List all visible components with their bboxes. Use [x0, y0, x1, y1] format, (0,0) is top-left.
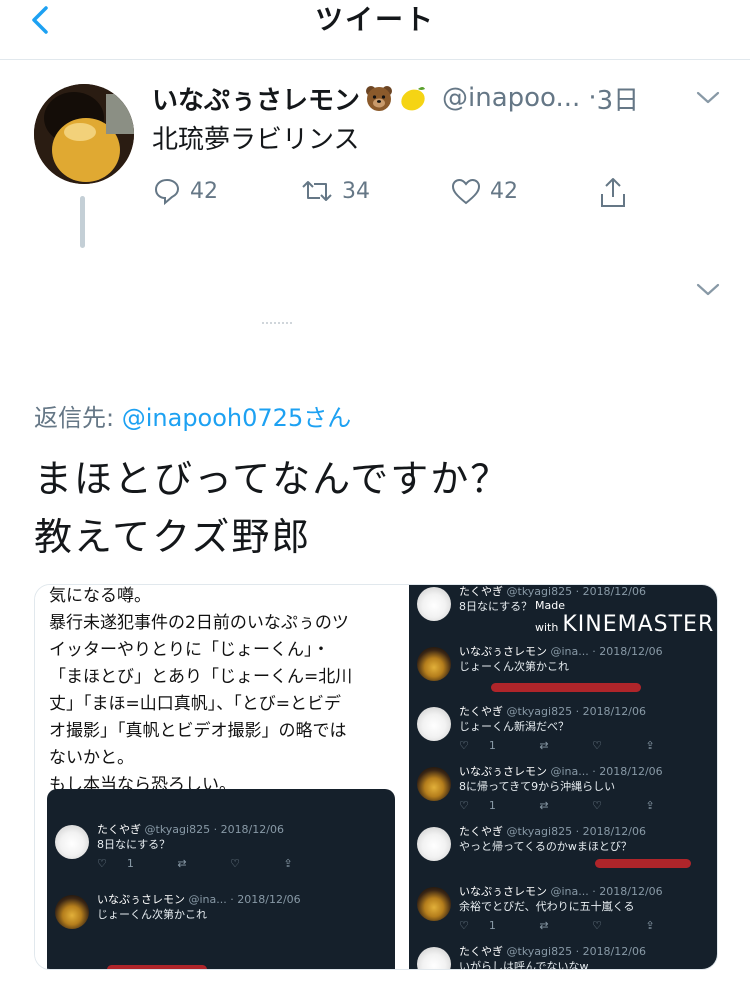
- separator: ·: [588, 83, 597, 113]
- share-button[interactable]: [598, 176, 636, 210]
- mini-header: いなぷぅさレモン @ina... · 2018/12/06: [459, 885, 663, 898]
- mini-tweet: いなぷぅさレモン @ina... · 2018/12/06 8に帰ってきて9から…: [409, 761, 717, 821]
- mini-text: じょーくん新潟だべ？: [459, 720, 569, 733]
- media-right-panel: Made with KINEMASTER たくやぎ @tkyagi825 · 20…: [409, 585, 717, 970]
- note-line: 気になる噂。: [49, 586, 151, 606]
- media-left-panel: 気になる噂。 暴行未遂犯事件の2日前のいなぷぅのツ イッターやりとりに「じょーく…: [35, 585, 405, 969]
- mini-header: いなぷぅさレモン @ina... · 2018/12/06: [459, 645, 663, 658]
- reply-count: 42: [190, 178, 218, 204]
- mini-actions: ♡1 ⇄ ♡ ⇪: [459, 799, 675, 812]
- mini-tweet: たくやぎ @tkyagi825 · 2018/12/06 8日なにする？ ♡1 …: [47, 819, 357, 879]
- mini-actions: ♡1 ⇄ ♡ ⇪: [459, 919, 675, 932]
- mini-text: やっと帰ってくるのかwまほとび？: [459, 840, 632, 853]
- bear-face-emoji: [366, 86, 393, 111]
- mini-avatar: [55, 825, 89, 859]
- mini-header: いなぷぅさレモン @ina... · 2018/12/06: [97, 893, 301, 906]
- user-handle[interactable]: @inapoo...: [442, 83, 580, 113]
- red-highlight: [107, 965, 207, 969]
- red-highlight: [595, 859, 691, 868]
- reply-to-label: 返信先:: [34, 404, 115, 432]
- avatar[interactable]: [34, 84, 134, 184]
- chevron-down-icon[interactable]: [694, 280, 722, 300]
- mini-text: いがらしは呼んでないなw: [459, 960, 589, 970]
- note-line: ないかと。: [49, 748, 134, 768]
- page-title: ツイート: [314, 3, 435, 36]
- mini-tweet: たくやぎ @tkyagi825 · 2018/12/06 やっと帰ってくるのかw…: [409, 821, 717, 881]
- retweet-button[interactable]: 34: [300, 176, 370, 206]
- mini-avatar: [55, 895, 89, 929]
- reply-text: まほとびってなんですか？ 教えてクズ野郎: [34, 450, 510, 566]
- mini-text: 余裕でとびだ、代わりに五十嵐くる: [459, 900, 635, 913]
- mini-header: たくやぎ @tkyagi825 · 2018/12/06: [459, 705, 646, 718]
- embedded-screenshot: たくやぎ @tkyagi825 · 2018/12/06 8日なにする？ ♡1 …: [47, 789, 395, 969]
- mini-text: じょーくん次第かこれ: [97, 908, 207, 921]
- mini-tweet: たくやぎ @tkyagi825 · 2018/12/06 じょーくん新潟だべ？ …: [409, 701, 717, 761]
- note-line: オ撮影」「真帆とビデオ撮影」の略では: [49, 721, 347, 741]
- lemon-emoji: [401, 87, 426, 111]
- mini-header: たくやぎ @tkyagi825 · 2018/12/06: [459, 585, 646, 598]
- mini-text: じょーくん次第かこれ: [459, 660, 569, 673]
- mini-text: 8日なにする？: [459, 600, 533, 613]
- mini-avatar: [417, 947, 451, 969]
- retweet-count: 34: [342, 178, 370, 204]
- mini-text: 8に帰ってきて9から沖縄らしい: [459, 780, 616, 793]
- mini-text: 8日なにする？: [97, 838, 171, 851]
- tweet-actions: 42 34 42: [152, 176, 652, 216]
- mini-avatar: [417, 767, 451, 801]
- reply-button[interactable]: 42: [152, 176, 218, 206]
- reply-icon: [154, 178, 180, 206]
- mini-tweet: たくやぎ @tkyagi825 · 2018/12/06 いがらしは呼んでないな…: [409, 941, 717, 970]
- note-line: 暴行未遂犯事件の2日前のいなぷぅのツ: [49, 613, 349, 633]
- display-name[interactable]: いなぷぅさレモン: [152, 80, 360, 117]
- reply-to-handle-link[interactable]: @inapooh0725さん: [122, 404, 351, 432]
- thread-line: [80, 196, 85, 248]
- nav-bar: ツイート: [0, 0, 750, 60]
- note-line: 丈」「まほ=山口真帆」、「とび=とビデ: [49, 694, 341, 714]
- tweet-header: いなぷぅさレモン @inapoo... · 3日: [152, 78, 639, 118]
- mini-tweet: いなぷぅさレモン @ina... · 2018/12/06 じょーくん次第かこれ: [409, 641, 717, 701]
- mini-tweet: たくやぎ @tkyagi825 · 2018/12/06 8日なにする？: [409, 585, 717, 641]
- divider: [262, 322, 292, 326]
- mini-header: たくやぎ @tkyagi825 · 2018/12/06: [459, 945, 646, 958]
- mini-tweet: いなぷぅさレモン @ina... · 2018/12/06 余裕でとびだ、代わり…: [409, 881, 717, 941]
- heart-icon: [451, 178, 481, 205]
- mini-header: たくやぎ @tkyagi825 · 2018/12/06: [459, 825, 646, 838]
- chevron-down-icon[interactable]: [694, 88, 722, 108]
- mini-avatar: [417, 647, 451, 681]
- reply-text-line: 教えてクズ野郎: [34, 515, 312, 559]
- mini-actions: ♡1 ⇄ ♡ ⇪: [97, 857, 313, 870]
- tweet-time[interactable]: 3日: [597, 80, 640, 117]
- note-line: イッターやりとりに「じょーくん」・: [49, 640, 330, 660]
- tweet-text: 北琉夢ラビリンス: [152, 125, 360, 155]
- mini-header: たくやぎ @tkyagi825 · 2018/12/06: [97, 823, 284, 836]
- mini-actions: ♡1 ⇄ ♡ ⇪: [459, 739, 675, 752]
- avatar-image: [34, 84, 134, 184]
- like-count: 42: [490, 178, 518, 204]
- mini-avatar: [417, 707, 451, 741]
- attached-image[interactable]: 気になる噂。 暴行未遂犯事件の2日前のいなぷぅのツ イッターやりとりに「じょーく…: [34, 584, 718, 970]
- retweet-icon: [302, 181, 332, 201]
- like-button[interactable]: 42: [450, 176, 518, 206]
- note-line: 「まほとび」とあり「じょーくん=北川: [49, 667, 353, 687]
- reply-text-line: まほとびってなんですか？: [34, 457, 511, 501]
- mini-avatar: [417, 827, 451, 861]
- mini-header: いなぷぅさレモン @ina... · 2018/12/06: [459, 765, 663, 778]
- image-note-text: 気になる噂。 暴行未遂犯事件の2日前のいなぷぅのツ イッターやりとりに「じょーく…: [49, 585, 399, 799]
- reply-to-line: 返信先: @inapooh0725さん: [34, 398, 351, 433]
- red-highlight: [491, 683, 641, 692]
- mini-avatar: [417, 887, 451, 921]
- share-icon: [601, 178, 625, 207]
- mini-avatar: [417, 587, 451, 621]
- mini-tweet: いなぷぅさレモン @ina... · 2018/12/06 じょーくん次第かこれ: [47, 889, 357, 949]
